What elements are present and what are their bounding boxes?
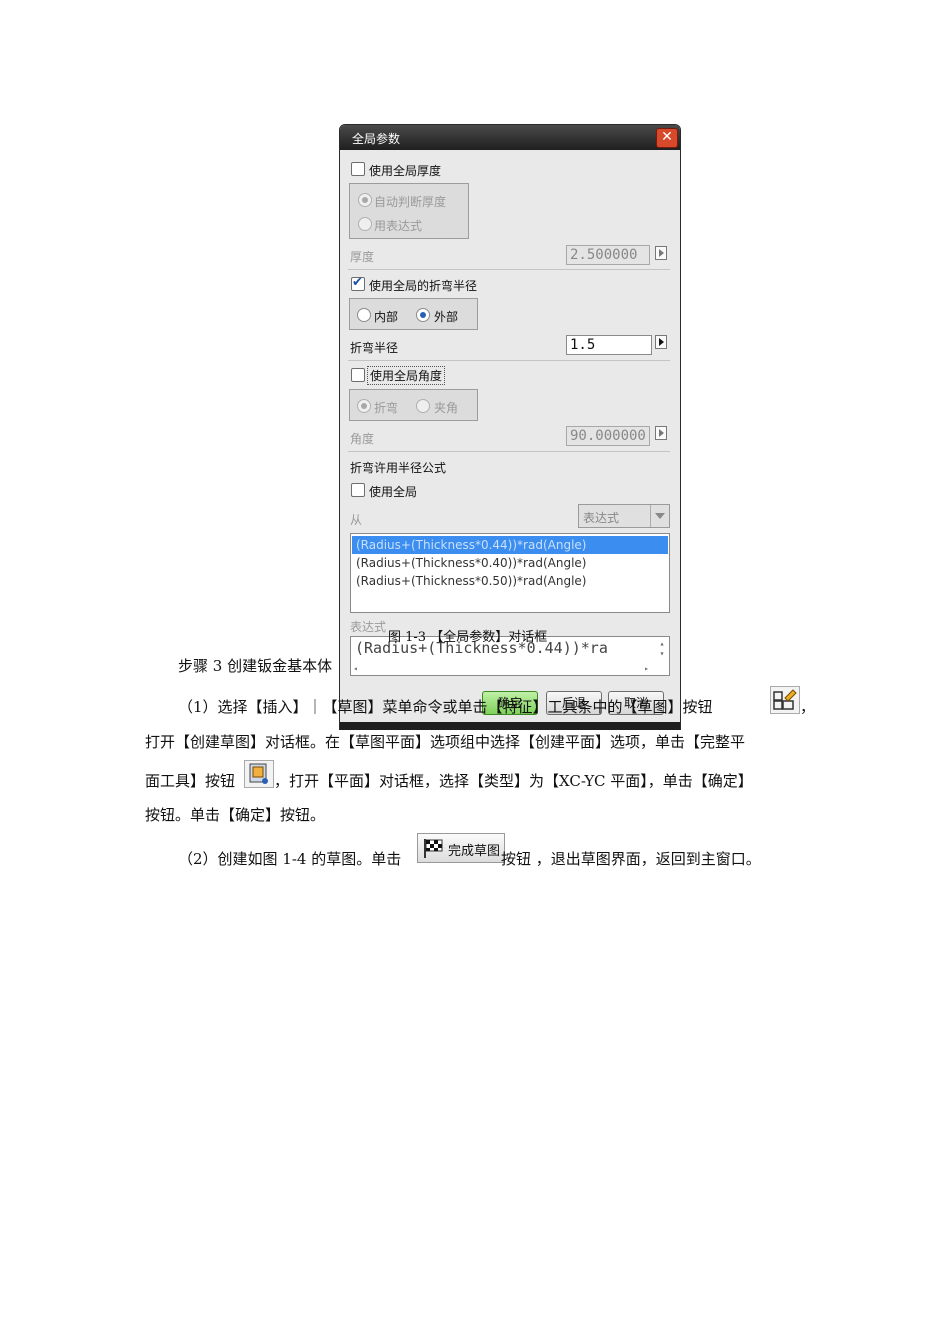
finish-sketch-button-image: 完成草图 xyxy=(417,833,505,863)
full-plane-tool-icon xyxy=(244,760,274,788)
use-global-bend-radius-label: 使用全局的折弯半径 xyxy=(369,279,478,293)
use-global-angle-label: 使用全局角度 xyxy=(367,366,446,385)
paragraph-text: ， xyxy=(800,698,816,716)
list-item[interactable]: (Radius+(Thickness*0.50))*rad(Angle) xyxy=(352,572,668,590)
use-global-formula-checkbox[interactable] xyxy=(351,483,365,497)
checkered-flag-icon xyxy=(424,839,443,858)
use-global-thickness-checkbox[interactable] xyxy=(351,162,365,176)
paragraph-1-line-2: 打开【创建草图】对话框。在【草图平面】选项组中选择【创建平面】选项，单击【完整平 xyxy=(145,733,746,751)
from-select-value: 表达式 xyxy=(583,511,620,525)
radius-inner-label: 内部 xyxy=(374,310,399,324)
dialog-titlebar: 全局参数 ✕ xyxy=(340,125,680,150)
vertical-scrollbar[interactable]: ▴ ▾ xyxy=(656,639,668,661)
paragraph-2-text-a: （2）创建如图 1-4 的草图。单击 xyxy=(178,850,402,868)
radius-inner-radio[interactable] xyxy=(357,308,371,322)
angle-included-radio[interactable] xyxy=(416,399,430,413)
finish-sketch-label: 完成草图 xyxy=(448,844,501,859)
formula-list[interactable]: (Radius+(Thickness*0.44))*rad(Angle) (Ra… xyxy=(350,533,670,613)
paragraph-text: （1）选择【插入】｜【草图】菜单命令或单击【特征】工具条中的【草图】按钮 xyxy=(178,698,713,716)
from-select[interactable]: 表达式 xyxy=(578,504,670,528)
chevron-down-icon xyxy=(650,505,669,527)
angle-field[interactable]: 90.000000 xyxy=(566,426,650,446)
thickness-label: 厚度 xyxy=(350,250,375,264)
step3-heading: 步骤 3 创建钣金基本体 xyxy=(178,657,333,675)
bend-radius-field[interactable]: 1.5 xyxy=(566,335,652,355)
radius-outer-label: 外部 xyxy=(434,310,459,324)
thickness-expr-label: 用表达式 xyxy=(374,219,423,233)
angle-bend-label: 折弯 xyxy=(374,401,399,415)
expression-label: 表达式 xyxy=(350,620,387,634)
paragraph-1-line-3a: 面工具】按钮 xyxy=(145,772,236,790)
bend-radius-menu-arrow-icon[interactable] xyxy=(655,335,667,349)
paragraph-2-text-b: 按钮 ，退出草图界面，返回到主窗口。 xyxy=(501,850,761,868)
angle-menu-arrow-icon[interactable] xyxy=(655,426,667,440)
close-icon[interactable]: ✕ xyxy=(656,128,678,148)
paragraph-1-line-3b: ，打开【平面】对话框，选择【类型】为【XC-YC 平面】，单击【确定】 xyxy=(274,772,753,790)
thickness-expr-radio[interactable] xyxy=(358,217,372,231)
radius-outer-radio[interactable] xyxy=(416,308,430,322)
use-global-formula-label: 使用全局 xyxy=(369,485,418,499)
thickness-field[interactable]: 2.500000 xyxy=(566,245,650,265)
dialog-bottom-border xyxy=(340,722,680,730)
use-global-thickness-label: 使用全局厚度 xyxy=(369,164,442,178)
from-label: 从 xyxy=(350,513,363,527)
thickness-auto-radio[interactable] xyxy=(358,193,372,207)
paragraph-1-line-4: 按钮。单击【确定】按钮。 xyxy=(145,806,326,824)
separator xyxy=(348,360,670,361)
horizontal-scrollbar[interactable]: ◂ ▸ xyxy=(353,664,649,674)
angle-bend-radio[interactable] xyxy=(357,399,371,413)
use-global-bend-radius-checkbox[interactable] xyxy=(351,275,365,291)
figure-caption: 图 1-3 【全局参数】对话框 xyxy=(388,630,548,645)
angle-included-label: 夹角 xyxy=(434,401,459,415)
dialog-title: 全局参数 xyxy=(352,132,401,146)
bend-radius-label: 折弯半径 xyxy=(350,341,399,355)
thickness-menu-arrow-icon[interactable] xyxy=(655,246,667,260)
separator xyxy=(348,269,670,270)
use-global-angle-checkbox[interactable] xyxy=(351,368,365,382)
angle-label: 角度 xyxy=(350,432,375,446)
separator xyxy=(348,451,670,452)
bend-allowance-label: 折弯许用半径公式 xyxy=(350,461,447,475)
thickness-auto-label: 自动判断厚度 xyxy=(374,195,447,209)
sketch-button-icon xyxy=(770,686,800,714)
list-item[interactable]: (Radius+(Thickness*0.40))*rad(Angle) xyxy=(352,554,668,572)
paragraph-1-line-1: （1）选择【插入】｜【草图】菜单命令或单击【特征】工具条中的【草图】按钮 xyxy=(178,696,713,717)
list-item[interactable]: (Radius+(Thickness*0.44))*rad(Angle) xyxy=(352,536,668,554)
